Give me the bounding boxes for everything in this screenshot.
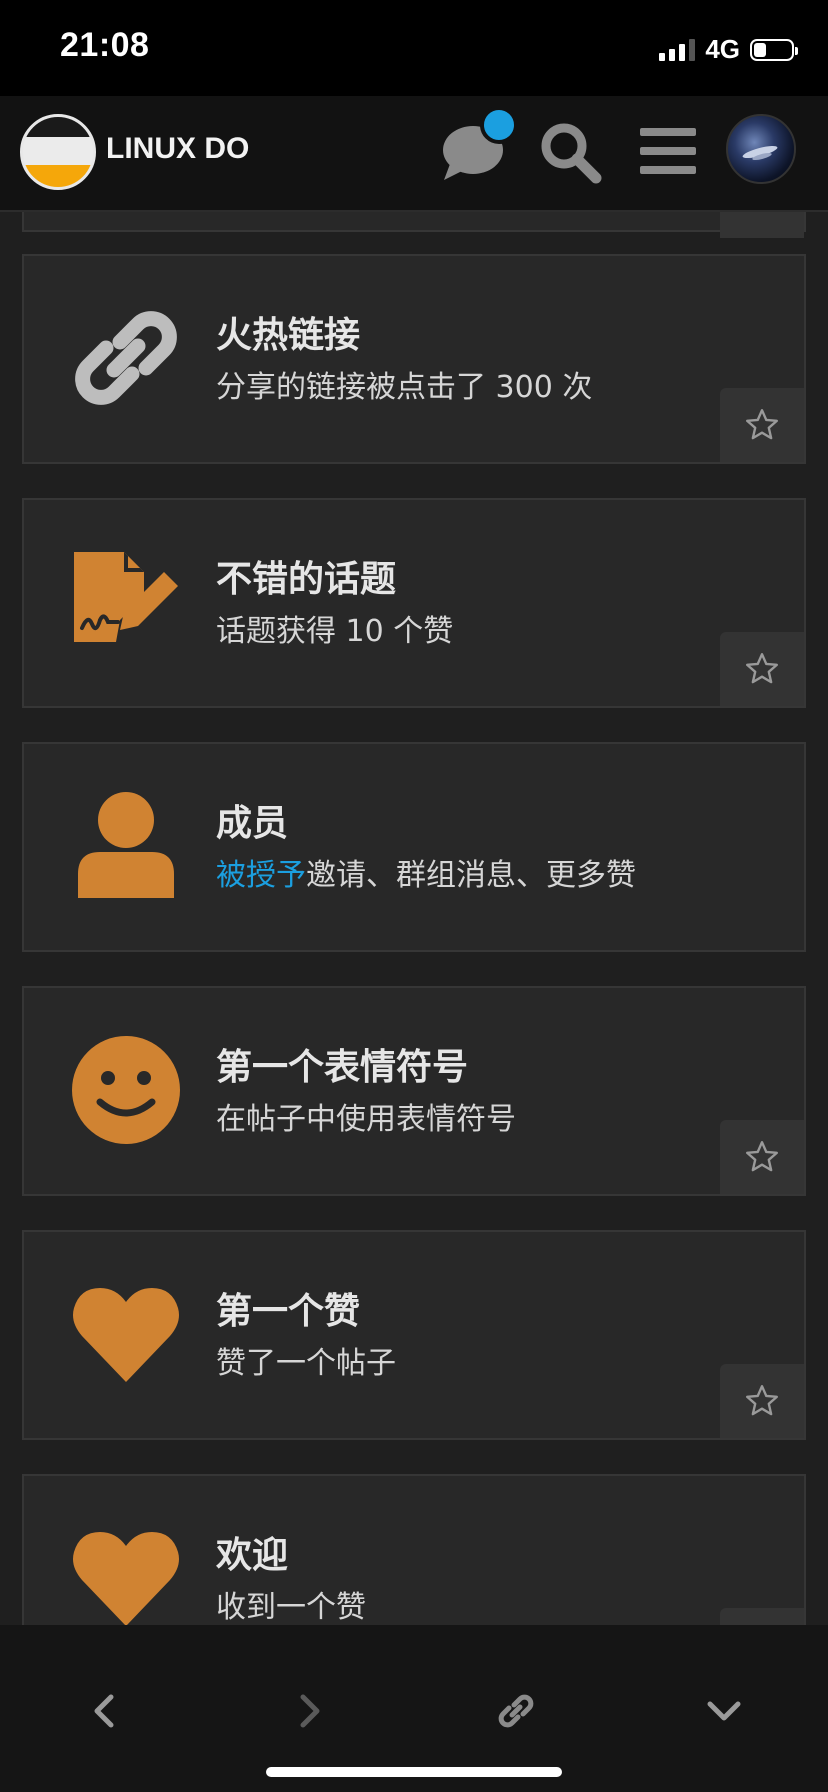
star-icon (746, 409, 778, 440)
badge-title: 成员 (216, 803, 289, 844)
star-icon (746, 653, 778, 684)
badge-title: 欢迎 (216, 1535, 289, 1576)
badge-title: 不错的话题 (216, 559, 397, 600)
badge-card[interactable]: 欢迎 收到一个赞 (22, 1474, 806, 1625)
badge-card-partial[interactable] (22, 212, 806, 238)
smile-icon (70, 1034, 182, 1146)
badge-title: 第一个赞 (216, 1291, 361, 1332)
favorite-button[interactable] (720, 632, 804, 706)
badge-description: 赞了一个帖子 (216, 1346, 396, 1381)
badge-card[interactable]: 成员 被授予邀请、群组消息、更多赞 (22, 742, 806, 952)
site-header: LINUX DO (0, 96, 828, 212)
home-indicator (266, 1767, 562, 1777)
badge-card[interactable]: 第一个赞 赞了一个帖子 (22, 1230, 806, 1440)
forward-icon[interactable] (280, 1681, 340, 1741)
notification-dot (480, 106, 518, 144)
badge-title: 第一个表情符号 (216, 1047, 469, 1088)
badge-description-text: 邀请、群组消息、更多赞 (306, 858, 636, 893)
favorite-button[interactable] (720, 388, 804, 462)
menu-icon[interactable] (640, 126, 696, 180)
heart-icon (70, 1522, 182, 1625)
site-logo[interactable] (20, 114, 96, 190)
signed-document-icon (70, 546, 182, 658)
favorite-button[interactable] (720, 1608, 804, 1625)
badge-list: 火热链接 分享的链接被点击了 300 次 不错的话题 话题获得 10 个赞 成员… (0, 212, 828, 1625)
favorite-button[interactable] (720, 212, 804, 238)
site-title[interactable]: LINUX DO (106, 132, 249, 166)
user-icon (70, 790, 182, 902)
badge-description: 收到一个赞 (216, 1590, 366, 1625)
browser-toolbar (0, 1625, 828, 1792)
share-link-icon[interactable] (486, 1681, 546, 1741)
favorite-button[interactable] (720, 1120, 804, 1194)
granted-label: 被授予 (216, 858, 306, 893)
badge-description: 话题获得 10 个赞 (216, 614, 454, 649)
status-indicators: 4G (659, 34, 798, 65)
favorite-button[interactable] (720, 1364, 804, 1438)
badge-description: 分享的链接被点击了 300 次 (216, 370, 593, 405)
search-icon[interactable] (538, 120, 602, 188)
battery-icon (750, 38, 798, 61)
badge-card[interactable]: 不错的话题 话题获得 10 个赞 (22, 498, 806, 708)
badge-description: 在帖子中使用表情符号 (216, 1102, 516, 1137)
status-bar: 21:08 4G (0, 0, 828, 96)
badge-card[interactable]: 第一个表情符号 在帖子中使用表情符号 (22, 986, 806, 1196)
collapse-icon[interactable] (694, 1681, 754, 1741)
star-icon (746, 1141, 778, 1172)
link-icon (70, 302, 182, 414)
badge-title: 火热链接 (216, 315, 361, 356)
star-icon (746, 1385, 778, 1416)
heart-icon (70, 1278, 182, 1390)
signal-icon (659, 38, 696, 61)
user-avatar[interactable] (726, 114, 796, 184)
badge-card[interactable]: 火热链接 分享的链接被点击了 300 次 (22, 254, 806, 464)
status-time: 21:08 (60, 26, 150, 64)
network-type: 4G (705, 34, 740, 64)
back-icon[interactable] (74, 1681, 134, 1741)
badge-description: 被授予邀请、群组消息、更多赞 (216, 850, 636, 894)
